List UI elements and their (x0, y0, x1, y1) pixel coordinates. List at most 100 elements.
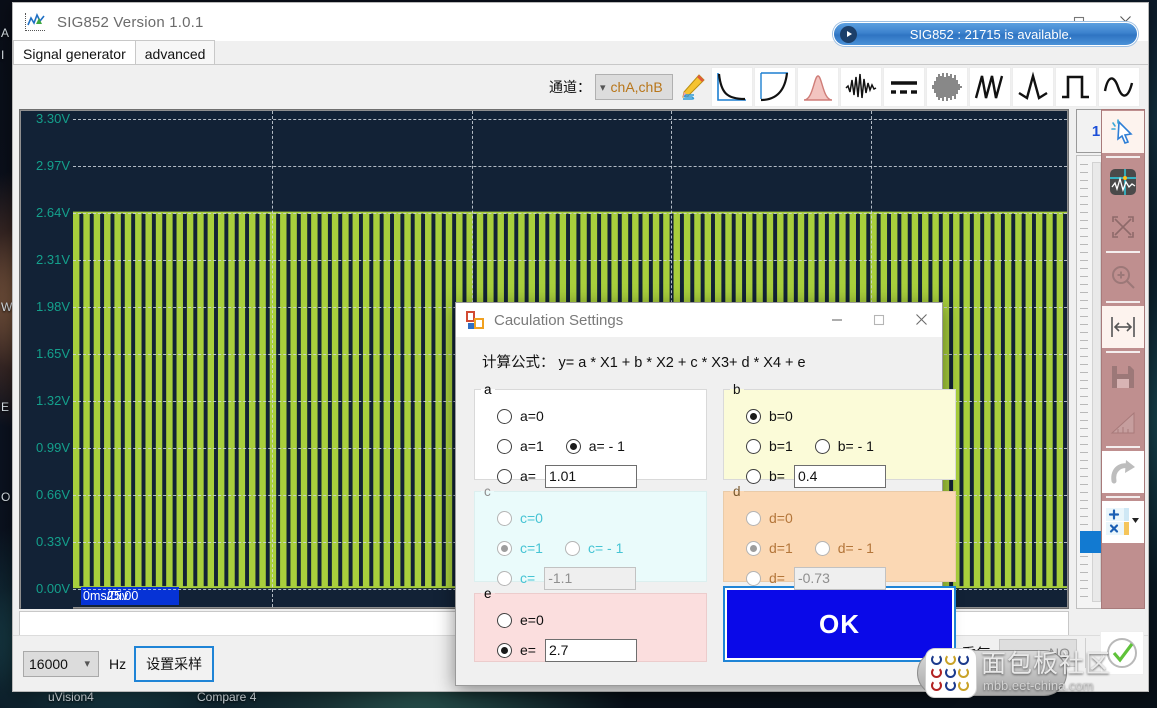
channel-value: chA,chB (609, 79, 663, 95)
y-axis-tick: 0.00V (36, 581, 70, 596)
radio-a-one-label: a=1 (520, 438, 544, 454)
app-logo-icon (25, 13, 45, 31)
single-triangle-icon[interactable] (1012, 67, 1054, 107)
desktop-glyph: A (1, 26, 9, 40)
radio-c-custom (497, 571, 512, 586)
redo-arrow-icon[interactable] (1102, 451, 1144, 493)
calculation-settings-dialog: Caculation Settings 计算公式： y= a * X1 + b … (455, 302, 943, 686)
radio-c-zero (497, 511, 512, 526)
radio-b-custom[interactable] (746, 469, 761, 484)
watermark-text: 面包板社区 (981, 644, 1156, 680)
y-axis: 3.30V2.97V2.64V2.31V1.98V1.65V1.32V0.99V… (21, 111, 73, 609)
radio-d-custom-label: d= (769, 570, 785, 586)
gaussian-pulse-icon[interactable] (797, 67, 839, 107)
grid-line-horizontal (73, 260, 1067, 261)
radio-d-one (746, 541, 761, 556)
radio-b-one-label: b=1 (769, 438, 793, 454)
sample-rate-select[interactable]: 16000 ▾ (23, 651, 99, 677)
tab-advanced[interactable]: advanced (135, 40, 216, 64)
dashed-line-icon[interactable] (883, 67, 925, 107)
radio-d-zero (746, 511, 761, 526)
rise-curve-icon[interactable] (754, 67, 796, 107)
waveform-marker-icon[interactable] (1102, 161, 1144, 203)
square-wave-icon[interactable] (1055, 67, 1097, 107)
radio-c-custom-label: c= (520, 570, 535, 586)
dialog-title: Caculation Settings (494, 312, 623, 329)
radio-row: c=1 c= - 1 (475, 533, 706, 563)
radio-b-zero[interactable] (746, 409, 761, 424)
y-axis-tick: 1.32V (36, 393, 70, 408)
triangle-wave-icon[interactable] (969, 67, 1011, 107)
am-noise-icon[interactable] (926, 67, 968, 107)
expand-arrows-icon[interactable] (1102, 206, 1144, 248)
set-sample-button[interactable]: 设置采样 (134, 646, 214, 682)
tab-strip: Signal generator advanced SIG852 : 21715… (13, 41, 1148, 65)
dialog-minimize-button[interactable] (816, 303, 858, 336)
y-axis-tick: 2.97V (36, 158, 70, 173)
save-disk-icon[interactable] (1102, 356, 1144, 398)
y-axis-tick: 1.65V (36, 346, 70, 361)
input-e-value[interactable] (545, 639, 637, 662)
desktop-icon-label[interactable]: uVision4 (48, 690, 94, 704)
grid-line-horizontal (73, 213, 1067, 214)
ok-button[interactable]: OK (723, 586, 956, 662)
noise-burst-icon[interactable] (840, 67, 882, 107)
add-remove-icon[interactable] (1102, 501, 1144, 543)
y-axis-tick: 0.66V (36, 487, 70, 502)
horizontal-resize-icon[interactable] (1102, 306, 1144, 348)
pencil-edit-icon[interactable] (674, 67, 710, 107)
channel-select[interactable]: ▾ chA,chB (595, 74, 673, 100)
radio-b-one[interactable] (746, 439, 761, 454)
formula-label: 计算公式： y= a * X1 + b * X2 + c * X3+ d * X… (482, 351, 942, 372)
radio-a-custom[interactable] (497, 469, 512, 484)
ruler-icon[interactable] (1102, 401, 1144, 443)
dialog-maximize-button[interactable] (858, 303, 900, 336)
radio-c-minus-one (565, 541, 580, 556)
window-title: SIG852 Version 1.0.1 (57, 14, 204, 31)
radio-a-minus-one[interactable] (566, 439, 581, 454)
radio-row: a=0 (475, 401, 706, 431)
group-a: a a=0 a=1 a= - 1 a= (474, 382, 707, 480)
y-axis-tick: 1.98V (36, 299, 70, 314)
radio-a-one[interactable] (497, 439, 512, 454)
radio-row: d=1 d= - 1 (724, 533, 955, 563)
radio-row: e=0 (475, 605, 706, 635)
dialog-close-button[interactable] (900, 303, 942, 336)
decay-curve-icon[interactable] (711, 67, 753, 107)
radio-e-custom-label: e= (520, 642, 536, 658)
tab-signal-generator[interactable]: Signal generator (13, 40, 136, 64)
radio-c-minus-one-label: c= - 1 (588, 540, 623, 556)
notification-text: SIG852 : 21715 is available. (857, 27, 1137, 42)
radio-row: b=1 b= - 1 (724, 431, 955, 461)
radio-a-zero[interactable] (497, 409, 512, 424)
channel-label: 通道： (549, 77, 591, 97)
group-a-legend: a (481, 382, 495, 397)
watermark: 面包板社区 mbb.eet-china.com (953, 642, 1153, 704)
status-notification-banner[interactable]: SIG852 : 21715 is available. (833, 22, 1138, 46)
radio-a-custom-label: a= (520, 468, 536, 484)
group-b-legend: b (730, 382, 744, 397)
play-icon (840, 26, 857, 43)
radio-b-minus-one[interactable] (815, 439, 830, 454)
desktop-icon-label[interactable]: Compare 4 (197, 690, 256, 704)
radio-d-zero-label: d=0 (769, 510, 793, 526)
y-axis-tick: 2.64V (36, 205, 70, 220)
radio-e-custom[interactable] (497, 643, 512, 658)
desktop-glyph: O (1, 490, 10, 504)
radio-row: a=1 a= - 1 (475, 431, 706, 461)
cursor-select-icon[interactable] (1102, 111, 1144, 153)
radio-c-one (497, 541, 512, 556)
group-b: b b=0 b=1 b= - 1 b= (723, 382, 956, 480)
coefficient-groups: a a=0 a=1 a= - 1 a= b b=0 (474, 382, 924, 662)
radio-row: e= (475, 635, 706, 665)
dialog-window-controls (816, 303, 942, 336)
group-d-legend: d (730, 484, 744, 499)
radio-e-zero[interactable] (497, 613, 512, 628)
dialog-title-bar: Caculation Settings (456, 303, 942, 337)
zoom-in-icon[interactable] (1102, 256, 1144, 298)
radio-d-custom (746, 571, 761, 586)
radio-d-minus-one-label: d= - 1 (838, 540, 874, 556)
chevron-down-icon: ▾ (600, 81, 606, 94)
sine-wave-icon[interactable] (1098, 67, 1140, 107)
radio-c-one-label: c=1 (520, 540, 543, 556)
